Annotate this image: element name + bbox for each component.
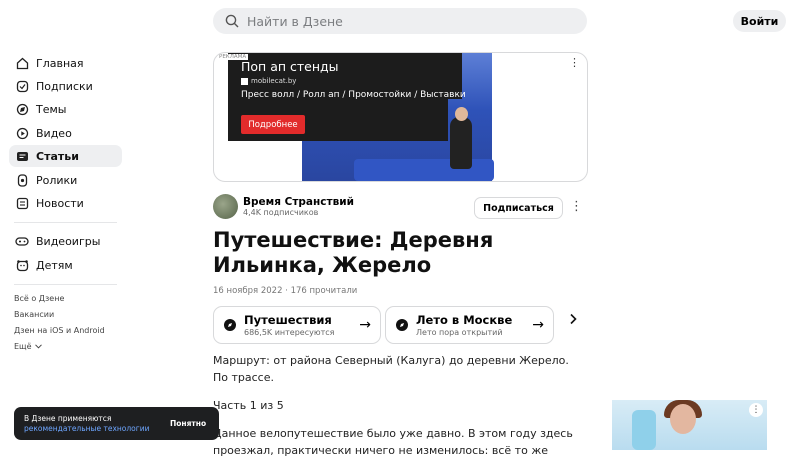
search-icon [223,12,241,30]
gamepad-icon [14,233,30,249]
vacancies-link[interactable]: Вакансии [14,310,54,319]
cookie-notice: В Дзене применяются рекомендательные тех… [14,407,219,440]
ad-menu-icon[interactable]: ⋮ [569,56,580,69]
more-options-icon[interactable]: ⋮ [570,199,583,214]
ad-image-person [450,117,472,169]
sidebar-item-news[interactable]: Новости [9,192,122,214]
sidebar-item-home[interactable]: Главная [9,52,122,74]
shorts-icon [14,172,30,188]
subscribe-button[interactable]: Подписаться [474,197,563,219]
subscriptions-icon [14,78,30,94]
ad-subtitle: Пресс волл / Ролл ап / Промостойки / Выс… [241,90,466,100]
sidebar-item-label: Видео [36,126,72,140]
sidebar-item-label: Темы [36,102,67,116]
ad-domain-text: mobilecat.by [251,77,297,85]
side-ad-face [670,404,696,434]
compass-icon [396,319,408,331]
cookie-accept-button[interactable]: Понятно [170,419,206,428]
search-bar[interactable]: Найти в Дзене [213,8,587,34]
article-paragraph: Данное велопутешествие было уже давно. В… [213,427,573,457]
article-paragraph: Маршрут: от района Северный (Калуга) до … [213,354,569,384]
arrow-right-icon: → [532,317,544,333]
side-ad-menu-icon[interactable]: ⋮ [749,403,763,417]
home-icon [14,55,30,71]
ad-title: Поп ап стенды [241,59,339,74]
login-button[interactable]: Войти [733,10,786,32]
ad-image-desk [354,159,494,181]
article-paragraph: Часть 1 из 5 [213,399,284,412]
ad-more-button[interactable]: Подробнее [241,115,305,134]
video-icon [14,125,30,141]
sidebar-item-label: Статьи [36,149,79,163]
sidebar-item-shorts[interactable]: Ролики [9,169,122,191]
tag-name: Лето в Москве [416,313,513,327]
sidebar-item-subscriptions[interactable]: Подписки [9,75,122,97]
sidebar-divider [14,284,117,285]
cookie-text: В Дзене применяются [24,414,112,423]
channel-name[interactable]: Время Странствий [243,196,354,208]
tag-travel[interactable]: Путешествия 686,5K интересуются → [213,306,381,344]
compass-icon [224,319,236,331]
sidebar-item-topics[interactable]: Темы [9,98,122,120]
about-link[interactable]: Всё о Дзене [14,294,64,303]
news-icon [14,195,30,211]
sidebar-item-videogames[interactable]: Видеоигры [9,230,122,252]
ad-domain: mobilecat.by [241,77,296,85]
articles-icon [14,148,30,164]
tag-sub: Лето пора открытий [416,328,503,337]
side-ad-image[interactable]: ⋮ [612,400,767,450]
chevron-down-icon [34,342,42,351]
channel-subscribers: 4,4K подписчиков [243,208,319,217]
arrow-right-icon: → [359,317,371,333]
tags-next-chevron-icon[interactable] [568,313,578,329]
article-title: Путешествие: Деревня Ильинка, Жерело [213,228,494,277]
sidebar-item-label: Главная [36,56,84,70]
cookie-link[interactable]: рекомендательные технологии [24,424,149,433]
apps-link[interactable]: Дзен на iOS и Android [14,326,105,335]
channel-avatar[interactable] [213,194,238,219]
ad-favicon-icon [241,77,248,85]
sidebar-item-label: Новости [36,196,84,210]
sidebar-item-label: Ролики [36,173,78,187]
search-input[interactable]: Найти в Дзене [247,14,343,29]
sidebar-item-label: Подписки [36,79,93,93]
sidebar-item-label: Детям [36,258,73,272]
tag-name: Путешествия [244,313,332,327]
sidebar-item-articles[interactable]: Статьи [9,145,122,167]
more-link[interactable]: Ещё [14,342,42,351]
more-link-label: Ещё [14,342,32,351]
sidebar-divider [14,222,117,223]
article-meta: 16 ноября 2022 · 176 прочитали [213,286,358,296]
ad-banner[interactable]: РЕКЛАМА Поп ап стенды mobilecat.by Пресс… [213,52,588,182]
sidebar-item-kids[interactable]: Детям [9,254,122,276]
topics-icon [14,101,30,117]
sidebar-item-label: Видеоигры [36,234,101,248]
side-ad-bottle [632,410,656,450]
ad-image-head [455,107,468,121]
kids-icon [14,257,30,273]
sidebar-item-video[interactable]: Видео [9,122,122,144]
tag-sub: 686,5K интересуются [244,328,335,337]
tag-summer-moscow[interactable]: Лето в Москве Лето пора открытий → [385,306,554,344]
